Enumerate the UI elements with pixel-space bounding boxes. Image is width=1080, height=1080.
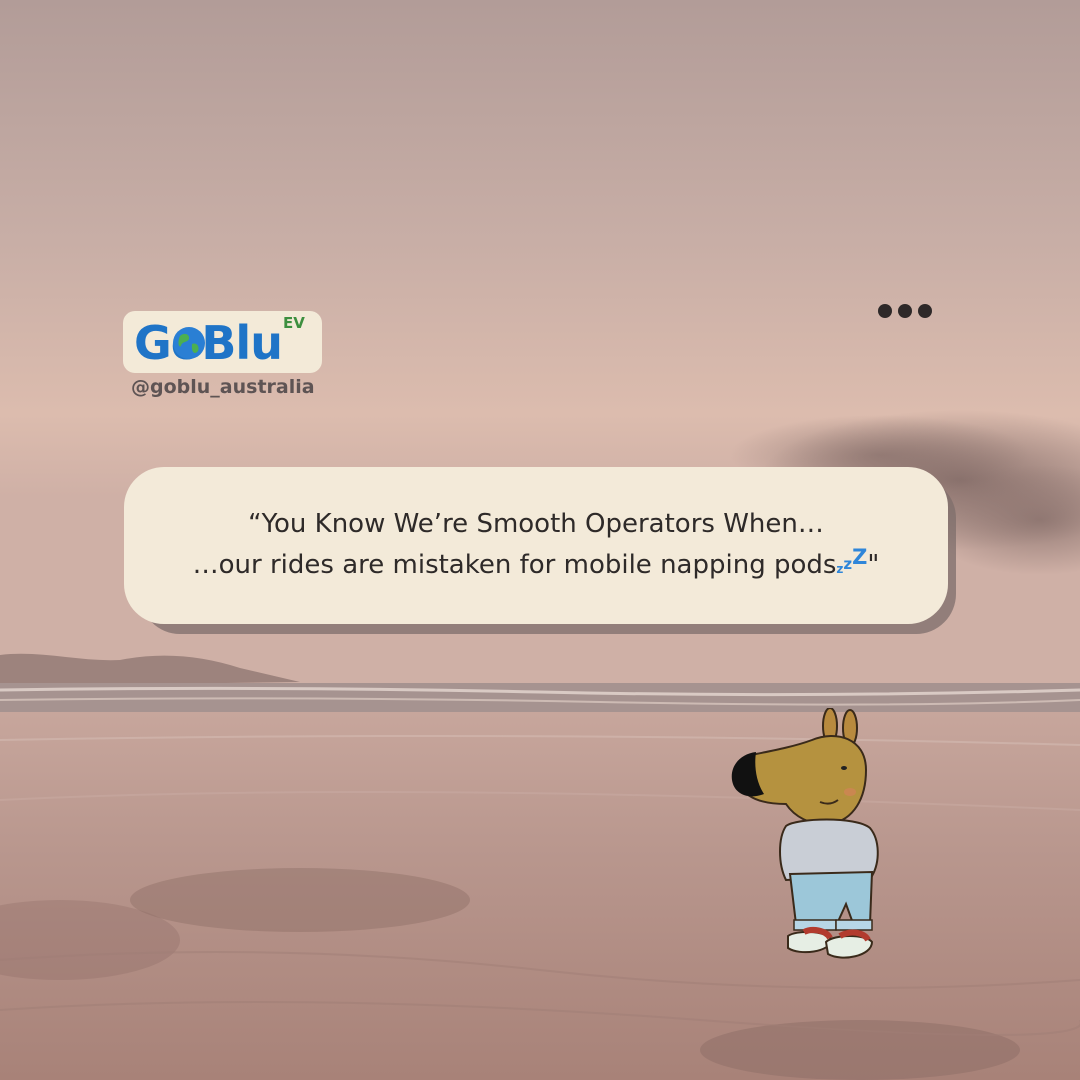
more-dots-icon[interactable]	[878, 304, 942, 320]
logo-superscript: EV	[283, 314, 305, 332]
quote-line-1: “You Know We’re Smooth Operators When…	[248, 509, 824, 539]
quote-line-2: …our rides are mistaken for mobile nappi…	[124, 545, 948, 590]
quote-text: “You Know We’re Smooth Operators When… ……	[124, 504, 948, 590]
dot	[918, 304, 932, 318]
sleep-zzz-icon: zzZ	[836, 545, 868, 576]
kangaroo-mascot	[731, 708, 879, 959]
brand-logo-wordmark: GoBlu	[134, 313, 283, 373]
logo-text: GoBlu	[134, 316, 283, 370]
dot	[878, 304, 892, 318]
globe-icon	[173, 327, 205, 359]
social-handle: @goblu_australia	[131, 376, 315, 398]
quote-line-2-text: …our rides are mistaken for mobile nappi…	[192, 550, 837, 580]
quote-closing-mark: "	[867, 550, 880, 580]
dot	[898, 304, 912, 318]
